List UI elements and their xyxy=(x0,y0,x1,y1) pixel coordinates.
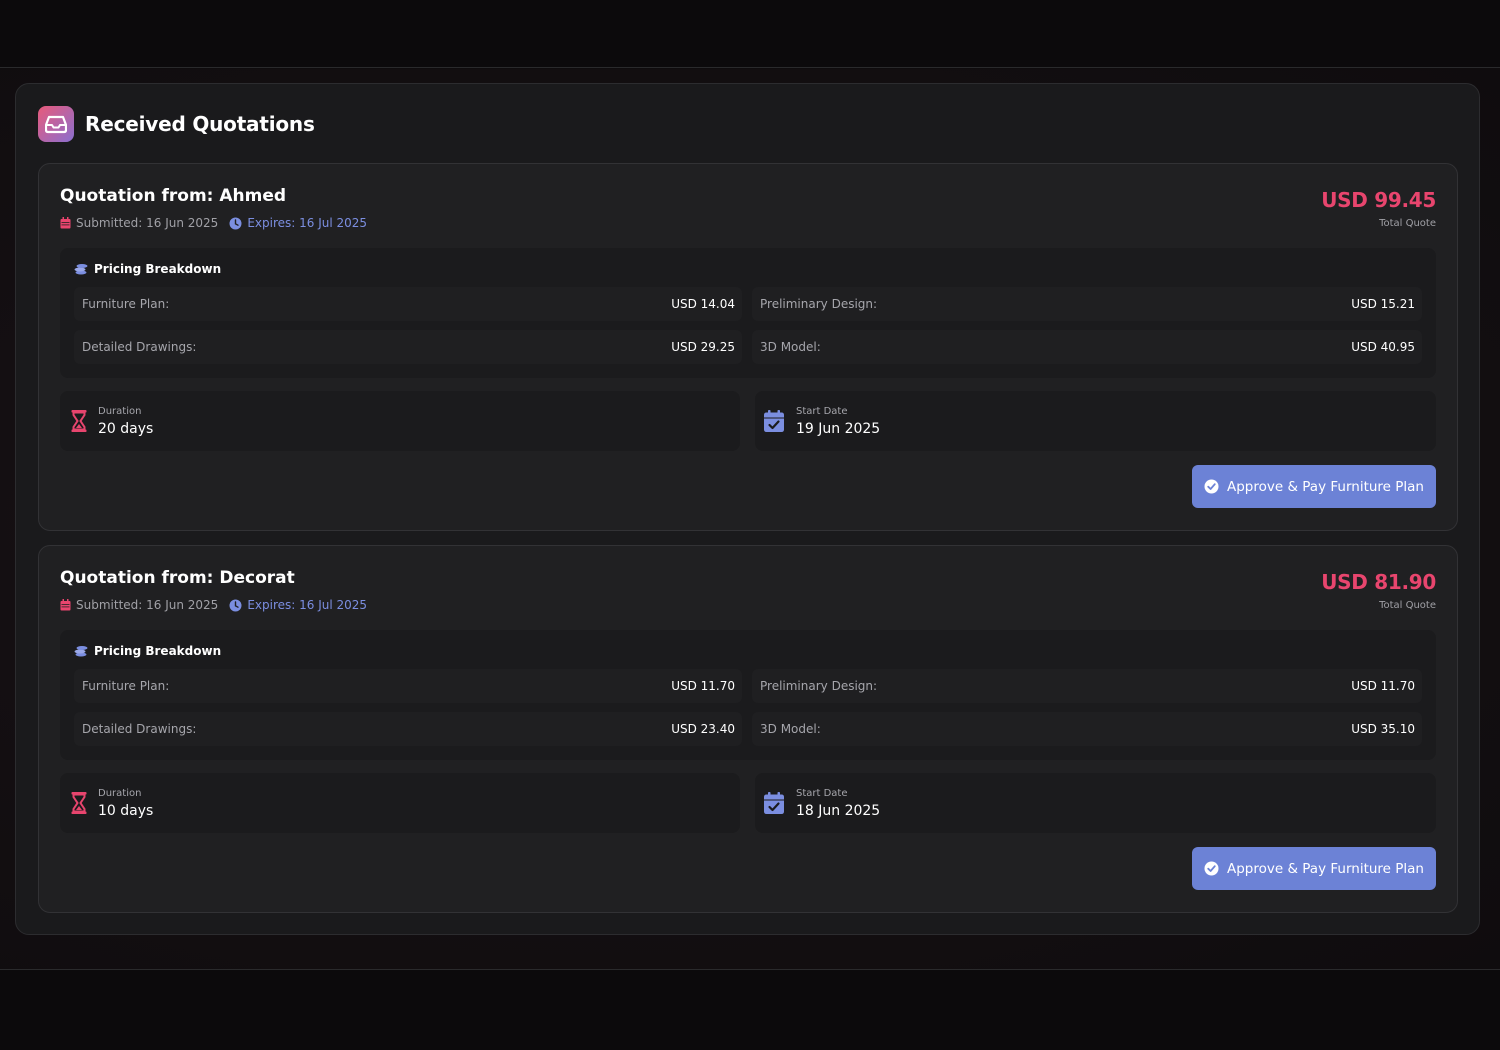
expires-text: Expires: 16 Jul 2025 xyxy=(247,598,368,612)
clock-icon xyxy=(229,217,242,229)
submitted-date: Submitted: 16 Jun 2025 xyxy=(60,598,218,612)
total-amount: USD 81.90 xyxy=(1321,570,1436,594)
clock-icon xyxy=(229,599,242,611)
breakdown-row-preliminary-design: Preliminary Design: USD 11.70 xyxy=(752,669,1422,703)
quotation-card: Quotation from: Ahmed Submitted: 16 Jun … xyxy=(38,163,1458,531)
pricing-breakdown-heading: Pricing Breakdown xyxy=(74,262,221,276)
expires-date: Expires: 16 Jul 2025 xyxy=(229,598,367,612)
breakdown-value: USD 15.21 xyxy=(1351,297,1415,311)
breakdown-value: USD 40.95 xyxy=(1351,340,1415,354)
total-quote: USD 81.90 Total Quote xyxy=(1321,570,1436,611)
pricing-breakdown-title: Pricing Breakdown xyxy=(94,262,222,276)
top-bar xyxy=(0,0,1500,68)
breakdown-value: USD 23.40 xyxy=(671,722,735,736)
expires-date: Expires: 16 Jul 2025 xyxy=(229,216,367,230)
breakdown-row-detailed-drawings: Detailed Drawings: USD 23.40 xyxy=(74,712,742,746)
breakdown-row-3d-model: 3D Model: USD 35.10 xyxy=(752,712,1422,746)
breakdown-label: Preliminary Design: xyxy=(760,297,878,311)
breakdown-row-preliminary-design: Preliminary Design: USD 15.21 xyxy=(752,287,1422,321)
breakdown-row-furniture-plan: Furniture Plan: USD 14.04 xyxy=(74,287,742,321)
pricing-breakdown: Pricing Breakdown Furniture Plan: USD 14… xyxy=(60,248,1436,378)
received-quotations-panel: Received Quotations Quotation from: Ahme… xyxy=(15,83,1480,935)
submitted-date: Submitted: 16 Jun 2025 xyxy=(60,216,218,230)
hourglass-icon xyxy=(71,410,87,432)
breakdown-row-furniture-plan: Furniture Plan: USD 11.70 xyxy=(74,669,742,703)
submitted-text: Submitted: 16 Jun 2025 xyxy=(76,598,219,612)
breakdown-label: 3D Model: xyxy=(760,722,821,736)
check-circle-icon xyxy=(1204,479,1219,494)
start-date-value: 19 Jun 2025 xyxy=(796,420,881,437)
total-quote: USD 99.45 Total Quote xyxy=(1321,188,1436,229)
pricing-breakdown-title: Pricing Breakdown xyxy=(94,644,222,658)
inbox-icon xyxy=(38,106,74,142)
panel-header: Received Quotations xyxy=(38,106,315,142)
breakdown-value: USD 29.25 xyxy=(671,340,735,354)
total-label: Total Quote xyxy=(1379,218,1436,229)
breakdown-label: Detailed Drawings: xyxy=(82,722,197,736)
calendar-check-icon xyxy=(764,410,784,432)
breakdown-value: USD 11.70 xyxy=(671,679,735,693)
approve-pay-label: Approve & Pay Furniture Plan xyxy=(1226,860,1424,877)
total-label: Total Quote xyxy=(1379,600,1436,611)
start-date-value: 18 Jun 2025 xyxy=(796,802,881,819)
duration-box: Duration 20 days xyxy=(60,391,740,451)
duration-value: 10 days xyxy=(98,802,154,819)
pricing-breakdown: Pricing Breakdown Furniture Plan: USD 11… xyxy=(60,630,1436,760)
start-date-box: Start Date 18 Jun 2025 xyxy=(755,773,1436,833)
breakdown-row-3d-model: 3D Model: USD 40.95 xyxy=(752,330,1422,364)
duration-box: Duration 10 days xyxy=(60,773,740,833)
coins-icon xyxy=(74,646,88,657)
breakdown-label: 3D Model: xyxy=(760,340,821,354)
page-title: Received Quotations xyxy=(85,112,315,136)
approve-pay-button[interactable]: Approve & Pay Furniture Plan xyxy=(1192,847,1436,890)
expires-text: Expires: 16 Jul 2025 xyxy=(247,216,368,230)
total-amount: USD 99.45 xyxy=(1321,188,1436,212)
duration-label: Duration xyxy=(98,787,142,799)
quotation-card: Quotation from: Decorat Submitted: 16 Ju… xyxy=(38,545,1458,913)
breakdown-value: USD 35.10 xyxy=(1351,722,1415,736)
duration-label: Duration xyxy=(98,405,142,417)
breakdown-label: Preliminary Design: xyxy=(760,679,878,693)
coins-icon xyxy=(74,264,88,275)
approve-pay-label: Approve & Pay Furniture Plan xyxy=(1226,478,1424,495)
calendar-check-icon xyxy=(764,792,784,814)
duration-value: 20 days xyxy=(98,420,154,437)
breakdown-value: USD 11.70 xyxy=(1351,679,1415,693)
pricing-breakdown-heading: Pricing Breakdown xyxy=(74,644,221,658)
breakdown-label: Furniture Plan: xyxy=(82,679,170,693)
calendar-icon xyxy=(60,217,71,229)
quotation-meta: Submitted: 16 Jun 2025 Expires: 16 Jul 2… xyxy=(60,598,367,612)
check-circle-icon xyxy=(1204,861,1219,876)
bottom-bar xyxy=(0,969,1500,1050)
breakdown-row-detailed-drawings: Detailed Drawings: USD 29.25 xyxy=(74,330,742,364)
approve-pay-button[interactable]: Approve & Pay Furniture Plan xyxy=(1192,465,1436,508)
hourglass-icon xyxy=(71,792,87,814)
breakdown-value: USD 14.04 xyxy=(671,297,735,311)
start-date-box: Start Date 19 Jun 2025 xyxy=(755,391,1436,451)
calendar-icon xyxy=(60,599,71,611)
start-date-label: Start Date xyxy=(796,787,848,799)
breakdown-label: Furniture Plan: xyxy=(82,297,170,311)
breakdown-label: Detailed Drawings: xyxy=(82,340,197,354)
quotation-title: Quotation from: Decorat xyxy=(60,568,295,588)
start-date-label: Start Date xyxy=(796,405,848,417)
submitted-text: Submitted: 16 Jun 2025 xyxy=(76,216,219,230)
quotation-meta: Submitted: 16 Jun 2025 Expires: 16 Jul 2… xyxy=(60,216,367,230)
quotation-title: Quotation from: Ahmed xyxy=(60,186,287,206)
